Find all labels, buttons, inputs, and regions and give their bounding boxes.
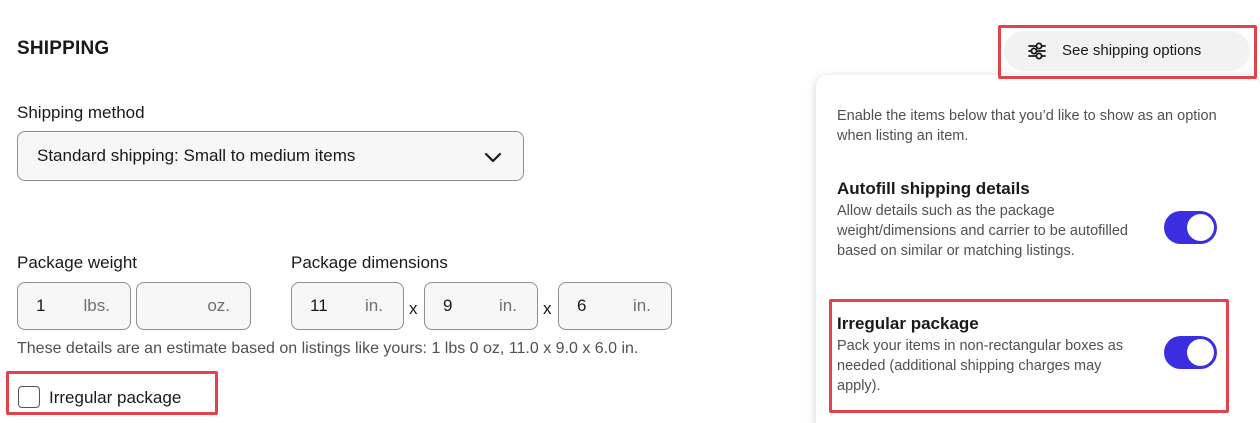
dimension-height-field[interactable]: 6 in. (558, 282, 672, 330)
dimension-length-value: 11 (310, 296, 328, 315)
dimension-separator: x (543, 299, 552, 318)
dimension-separator: x (409, 299, 418, 318)
dimension-height-unit: in. (633, 296, 651, 315)
irregular-option-description: Pack your items in non-rectangular boxes… (837, 338, 1124, 394)
irregular-package-checkbox-label[interactable]: Irregular package (49, 388, 181, 408)
irregular-option-title: Irregular package (837, 314, 979, 333)
dimension-length-field[interactable]: 11 in. (291, 282, 404, 330)
dimension-width-field[interactable]: 9 in. (424, 282, 538, 330)
weight-oz-field[interactable]: oz. (136, 282, 251, 330)
irregular-toggle[interactable] (1164, 336, 1217, 369)
chevron-down-icon (484, 152, 502, 163)
autofill-toggle[interactable] (1164, 211, 1217, 244)
dimension-width-unit: in. (499, 296, 517, 315)
section-title: SHIPPING (17, 38, 110, 59)
irregular-package-checkbox[interactable] (18, 386, 40, 408)
shipping-method-select[interactable]: Standard shipping: Small to medium items (17, 131, 524, 181)
package-dimensions-label: Package dimensions (291, 253, 448, 272)
package-weight-label: Package weight (17, 253, 138, 272)
weight-lbs-unit: lbs. (83, 296, 110, 315)
weight-oz-unit: oz. (207, 296, 230, 315)
dimension-length-unit: in. (365, 296, 383, 315)
weight-lbs-field[interactable]: 1 lbs. (17, 282, 131, 330)
dimension-width-value: 9 (443, 296, 453, 315)
see-shipping-options-label: See shipping options (1062, 42, 1202, 59)
autofill-option-title: Autofill shipping details (837, 179, 1030, 198)
shipping-method-value: Standard shipping: Small to medium items (37, 146, 356, 165)
shipping-method-label: Shipping method (17, 103, 145, 122)
weight-lbs-value: 1 (36, 296, 46, 315)
toggle-knob (1187, 339, 1214, 366)
options-panel-intro: Enable the items below that you’d like t… (837, 108, 1217, 144)
sliders-icon (1028, 42, 1046, 60)
toggle-knob (1187, 214, 1214, 241)
dimension-height-value: 6 (577, 296, 587, 315)
see-shipping-options-button[interactable]: See shipping options (1004, 31, 1250, 71)
autofill-option-description: Allow details such as the package weight… (837, 203, 1128, 259)
estimate-hint: These details are an estimate based on l… (17, 340, 639, 357)
